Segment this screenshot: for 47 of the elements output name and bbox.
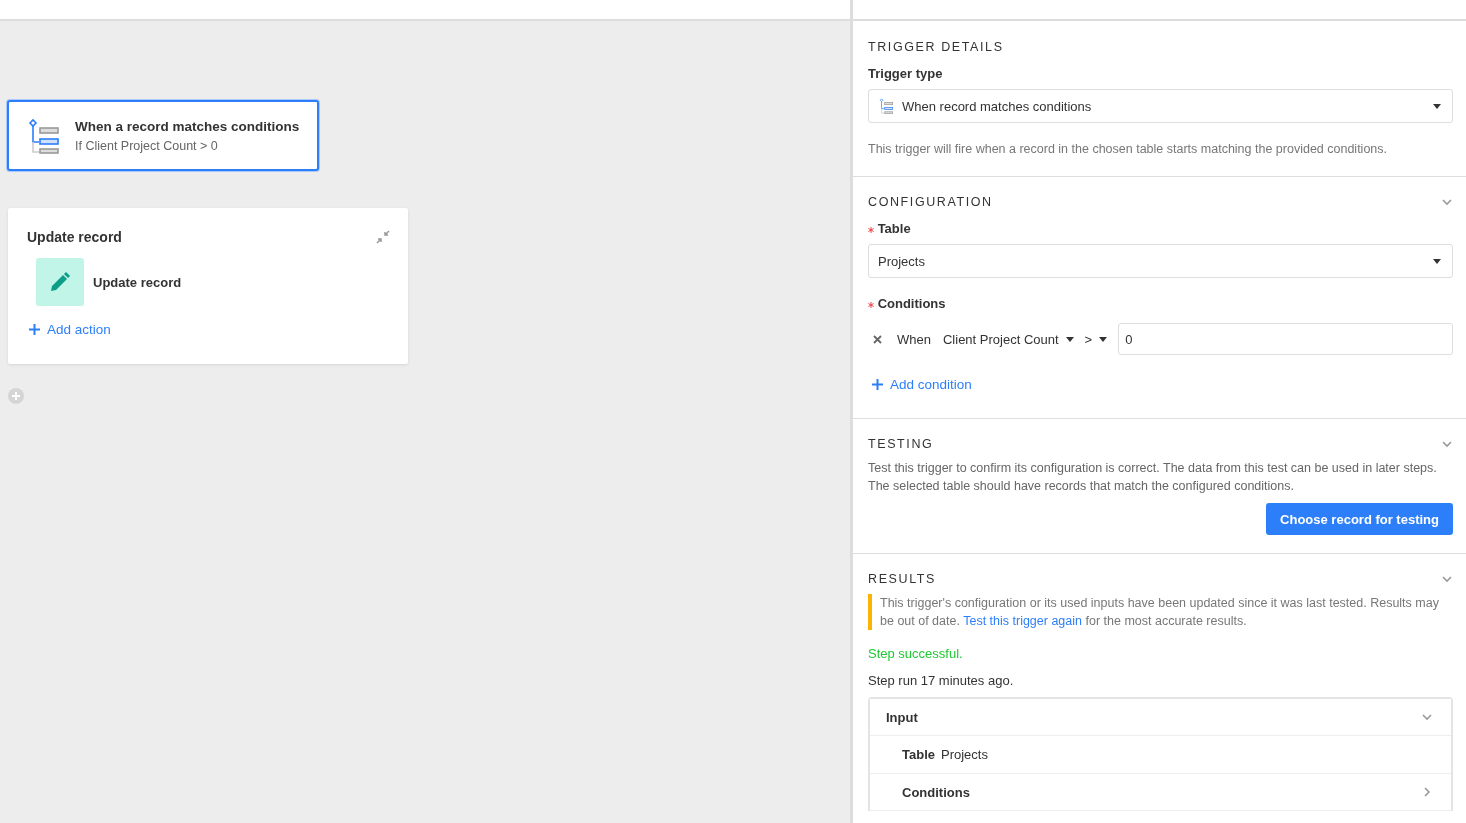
action-label: Update record (93, 274, 182, 290)
add-action-link[interactable]: Add action (29, 322, 111, 337)
tree-icon (878, 98, 894, 114)
trigger-type-select[interactable]: When record matches conditions (868, 89, 1453, 123)
section-heading: TRIGGER DETAILS (868, 40, 1005, 54)
run-info: Step run 17 minutes ago. (868, 673, 1015, 688)
plus-icon (29, 324, 40, 335)
chevron-icon[interactable] (1441, 196, 1453, 208)
field-label: Trigger type (868, 66, 944, 81)
section-heading: TESTING (868, 437, 934, 451)
field-value: Projects (941, 747, 988, 762)
chevron-icon[interactable] (1421, 786, 1433, 798)
chevron-icon[interactable] (1441, 573, 1453, 585)
results-group-row[interactable]: Input (870, 699, 1451, 736)
step-card[interactable]: Update record Update record Add action (8, 208, 408, 364)
plus-icon (872, 379, 883, 390)
trigger-card[interactable]: When a record matches conditions If Client Project Count > 0 (7, 100, 319, 171)
status-text: Step successful. (868, 646, 964, 661)
chevron-icon[interactable] (1421, 711, 1433, 723)
field-key: Table (902, 747, 935, 762)
value-input[interactable]: 0 (1118, 323, 1453, 355)
add-condition-link[interactable]: Add condition (872, 377, 972, 392)
field-dropdown[interactable]: Client Project Count (942, 331, 1074, 347)
trigger-condition: If Client Project Count > 0 (75, 138, 219, 153)
trigger-title: When a record matches conditions (75, 118, 300, 134)
caret-icon (1433, 103, 1441, 109)
caret-icon (1433, 258, 1441, 264)
testing-description: Test this trigger to confirm its configuration is correct. The data from this test can be used in later steps. The selected table should have records that match the configured conditions. (868, 460, 1438, 495)
section-heading: CONFIGURATION (868, 195, 993, 209)
caret-icon (1099, 336, 1108, 342)
pencil-icon[interactable] (36, 258, 84, 306)
chevron-icon[interactable] (1441, 438, 1453, 450)
close-icon[interactable] (873, 334, 882, 344)
trigger-description: This trigger will fire when a record in the chosen table starts matching the provided conditions. (868, 141, 1388, 158)
collapse-icon[interactable] (376, 230, 390, 244)
retest-link[interactable]: Test this trigger again (963, 614, 1082, 628)
step-title: Update record (27, 229, 122, 245)
caret-icon (1065, 336, 1074, 342)
choose-record-button[interactable]: Choose record for testing (1266, 503, 1453, 535)
field-label: Conditions (868, 296, 946, 311)
add-step-icon[interactable] (8, 388, 24, 404)
table-select[interactable]: Projects (868, 244, 1453, 278)
field-label: Table (868, 221, 911, 236)
section-heading: RESULTS (868, 572, 936, 586)
operator-dropdown[interactable]: > (1084, 331, 1108, 347)
outdated-warning: This trigger's configuration or its used inputs have been updated since it was last tested. Results may be out of date. Test this trigger again for the most accurate results. (868, 594, 1453, 630)
condition-prefix: When (897, 331, 931, 347)
